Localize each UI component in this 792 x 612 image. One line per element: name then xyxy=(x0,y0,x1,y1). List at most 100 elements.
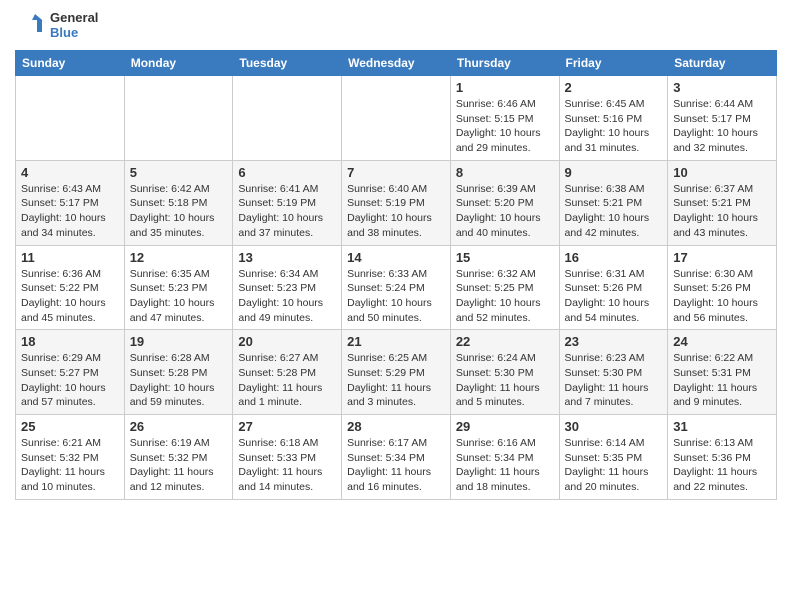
day-detail: Sunrise: 6:22 AMSunset: 5:31 PMDaylight:… xyxy=(673,351,771,410)
day-number: 31 xyxy=(673,419,771,434)
calendar-cell: 13 Sunrise: 6:34 AMSunset: 5:23 PMDayligh… xyxy=(233,245,342,330)
day-detail: Sunrise: 6:29 AMSunset: 5:27 PMDaylight:… xyxy=(21,351,119,410)
logo: General Blue xyxy=(15,10,98,42)
calendar-cell: 27 Sunrise: 6:18 AMSunset: 5:33 PMDayligh… xyxy=(233,415,342,500)
calendar-cell: 30 Sunrise: 6:14 AMSunset: 5:35 PMDayligh… xyxy=(559,415,668,500)
weekday-header: Monday xyxy=(124,51,233,76)
calendar-cell: 16 Sunrise: 6:31 AMSunset: 5:26 PMDayligh… xyxy=(559,245,668,330)
calendar-cell: 17 Sunrise: 6:30 AMSunset: 5:26 PMDayligh… xyxy=(668,245,777,330)
day-detail: Sunrise: 6:18 AMSunset: 5:33 PMDaylight:… xyxy=(238,436,336,495)
logo-blue-text: Blue xyxy=(50,26,98,41)
day-number: 8 xyxy=(456,165,554,180)
day-number: 30 xyxy=(565,419,663,434)
day-detail: Sunrise: 6:37 AMSunset: 5:21 PMDaylight:… xyxy=(673,182,771,241)
day-detail: Sunrise: 6:16 AMSunset: 5:34 PMDaylight:… xyxy=(456,436,554,495)
day-number: 4 xyxy=(21,165,119,180)
day-number: 9 xyxy=(565,165,663,180)
day-detail: Sunrise: 6:41 AMSunset: 5:19 PMDaylight:… xyxy=(238,182,336,241)
calendar-cell: 12Sunrise: 6:35 AMSunset: 5:23 PMDayligh… xyxy=(124,245,233,330)
logo-bird-icon xyxy=(15,10,47,42)
weekday-header: Wednesday xyxy=(342,51,451,76)
day-number: 17 xyxy=(673,250,771,265)
day-number: 19 xyxy=(130,334,228,349)
day-number: 26 xyxy=(130,419,228,434)
calendar-cell: 24 Sunrise: 6:22 AMSunset: 5:31 PMDayligh… xyxy=(668,330,777,415)
calendar-cell: 26Sunrise: 6:19 AMSunset: 5:32 PMDayligh… xyxy=(124,415,233,500)
calendar-cell: 29 Sunrise: 6:16 AMSunset: 5:34 PMDayligh… xyxy=(450,415,559,500)
calendar-cell: 20 Sunrise: 6:27 AMSunset: 5:28 PMDayligh… xyxy=(233,330,342,415)
day-detail: Sunrise: 6:34 AMSunset: 5:23 PMDaylight:… xyxy=(238,267,336,326)
calendar-cell: 9 Sunrise: 6:38 AMSunset: 5:21 PMDaylight… xyxy=(559,160,668,245)
day-number: 7 xyxy=(347,165,445,180)
weekday-header: Tuesday xyxy=(233,51,342,76)
day-number: 1 xyxy=(456,80,554,95)
day-number: 2 xyxy=(565,80,663,95)
calendar-cell: 7 Sunrise: 6:40 AMSunset: 5:19 PMDaylight… xyxy=(342,160,451,245)
calendar-week-row: 4 Sunrise: 6:43 AMSunset: 5:17 PMDaylight… xyxy=(16,160,777,245)
calendar-cell: 4 Sunrise: 6:43 AMSunset: 5:17 PMDaylight… xyxy=(16,160,125,245)
day-detail: Sunrise: 6:28 AMSunset: 5:28 PMDaylight:… xyxy=(130,351,228,410)
day-number: 24 xyxy=(673,334,771,349)
day-detail: Sunrise: 6:14 AMSunset: 5:35 PMDaylight:… xyxy=(565,436,663,495)
day-number: 6 xyxy=(238,165,336,180)
day-detail: Sunrise: 6:33 AMSunset: 5:24 PMDaylight:… xyxy=(347,267,445,326)
day-detail: Sunrise: 6:13 AMSunset: 5:36 PMDaylight:… xyxy=(673,436,771,495)
day-number: 11 xyxy=(21,250,119,265)
logo-general-text: General xyxy=(50,11,98,26)
day-detail: Sunrise: 6:32 AMSunset: 5:25 PMDaylight:… xyxy=(456,267,554,326)
day-number: 16 xyxy=(565,250,663,265)
day-detail: Sunrise: 6:24 AMSunset: 5:30 PMDaylight:… xyxy=(456,351,554,410)
calendar-cell xyxy=(16,76,125,161)
calendar-table: SundayMondayTuesdayWednesdayThursdayFrid… xyxy=(15,50,777,500)
calendar-cell: 1 Sunrise: 6:46 AMSunset: 5:15 PMDaylight… xyxy=(450,76,559,161)
day-number: 28 xyxy=(347,419,445,434)
calendar-cell: 11 Sunrise: 6:36 AMSunset: 5:22 PMDayligh… xyxy=(16,245,125,330)
calendar-cell xyxy=(342,76,451,161)
day-detail: Sunrise: 6:21 AMSunset: 5:32 PMDaylight:… xyxy=(21,436,119,495)
weekday-header: Thursday xyxy=(450,51,559,76)
day-detail: Sunrise: 6:25 AMSunset: 5:29 PMDaylight:… xyxy=(347,351,445,410)
calendar-cell xyxy=(233,76,342,161)
day-detail: Sunrise: 6:38 AMSunset: 5:21 PMDaylight:… xyxy=(565,182,663,241)
day-detail: Sunrise: 6:17 AMSunset: 5:34 PMDaylight:… xyxy=(347,436,445,495)
weekday-header-row: SundayMondayTuesdayWednesdayThursdayFrid… xyxy=(16,51,777,76)
weekday-header: Friday xyxy=(559,51,668,76)
day-number: 15 xyxy=(456,250,554,265)
header: General Blue xyxy=(15,10,777,42)
day-detail: Sunrise: 6:45 AMSunset: 5:16 PMDaylight:… xyxy=(565,97,663,156)
calendar-cell: 28 Sunrise: 6:17 AMSunset: 5:34 PMDayligh… xyxy=(342,415,451,500)
day-number: 13 xyxy=(238,250,336,265)
day-detail: Sunrise: 6:31 AMSunset: 5:26 PMDaylight:… xyxy=(565,267,663,326)
day-number: 12 xyxy=(130,250,228,265)
calendar-cell: 5 Sunrise: 6:42 AMSunset: 5:18 PMDaylight… xyxy=(124,160,233,245)
calendar-cell: 25Sunrise: 6:21 AMSunset: 5:32 PMDayligh… xyxy=(16,415,125,500)
day-detail: Sunrise: 6:40 AMSunset: 5:19 PMDaylight:… xyxy=(347,182,445,241)
calendar-week-row: 18 Sunrise: 6:29 AMSunset: 5:27 PMDayligh… xyxy=(16,330,777,415)
day-detail: Sunrise: 6:43 AMSunset: 5:17 PMDaylight:… xyxy=(21,182,119,241)
calendar-cell xyxy=(124,76,233,161)
day-detail: Sunrise: 6:23 AMSunset: 5:30 PMDaylight:… xyxy=(565,351,663,410)
calendar-cell: 10 Sunrise: 6:37 AMSunset: 5:21 PMDayligh… xyxy=(668,160,777,245)
calendar-cell: 2 Sunrise: 6:45 AMSunset: 5:16 PMDaylight… xyxy=(559,76,668,161)
calendar-cell: 3Sunrise: 6:44 AMSunset: 5:17 PMDaylight… xyxy=(668,76,777,161)
day-number: 20 xyxy=(238,334,336,349)
day-number: 29 xyxy=(456,419,554,434)
day-number: 18 xyxy=(21,334,119,349)
day-number: 27 xyxy=(238,419,336,434)
day-number: 21 xyxy=(347,334,445,349)
day-number: 10 xyxy=(673,165,771,180)
calendar-cell: 23Sunrise: 6:23 AMSunset: 5:30 PMDayligh… xyxy=(559,330,668,415)
calendar-cell: 18 Sunrise: 6:29 AMSunset: 5:27 PMDayligh… xyxy=(16,330,125,415)
day-detail: Sunrise: 6:36 AMSunset: 5:22 PMDaylight:… xyxy=(21,267,119,326)
calendar-week-row: 1 Sunrise: 6:46 AMSunset: 5:15 PMDaylight… xyxy=(16,76,777,161)
day-detail: Sunrise: 6:46 AMSunset: 5:15 PMDaylight:… xyxy=(456,97,554,156)
day-detail: Sunrise: 6:42 AMSunset: 5:18 PMDaylight:… xyxy=(130,182,228,241)
weekday-header: Saturday xyxy=(668,51,777,76)
calendar-cell: 19 Sunrise: 6:28 AMSunset: 5:28 PMDayligh… xyxy=(124,330,233,415)
day-detail: Sunrise: 6:27 AMSunset: 5:28 PMDaylight:… xyxy=(238,351,336,410)
calendar-cell: 22Sunrise: 6:24 AMSunset: 5:30 PMDayligh… xyxy=(450,330,559,415)
day-detail: Sunrise: 6:44 AMSunset: 5:17 PMDaylight:… xyxy=(673,97,771,156)
day-number: 5 xyxy=(130,165,228,180)
day-detail: Sunrise: 6:30 AMSunset: 5:26 PMDaylight:… xyxy=(673,267,771,326)
weekday-header: Sunday xyxy=(16,51,125,76)
